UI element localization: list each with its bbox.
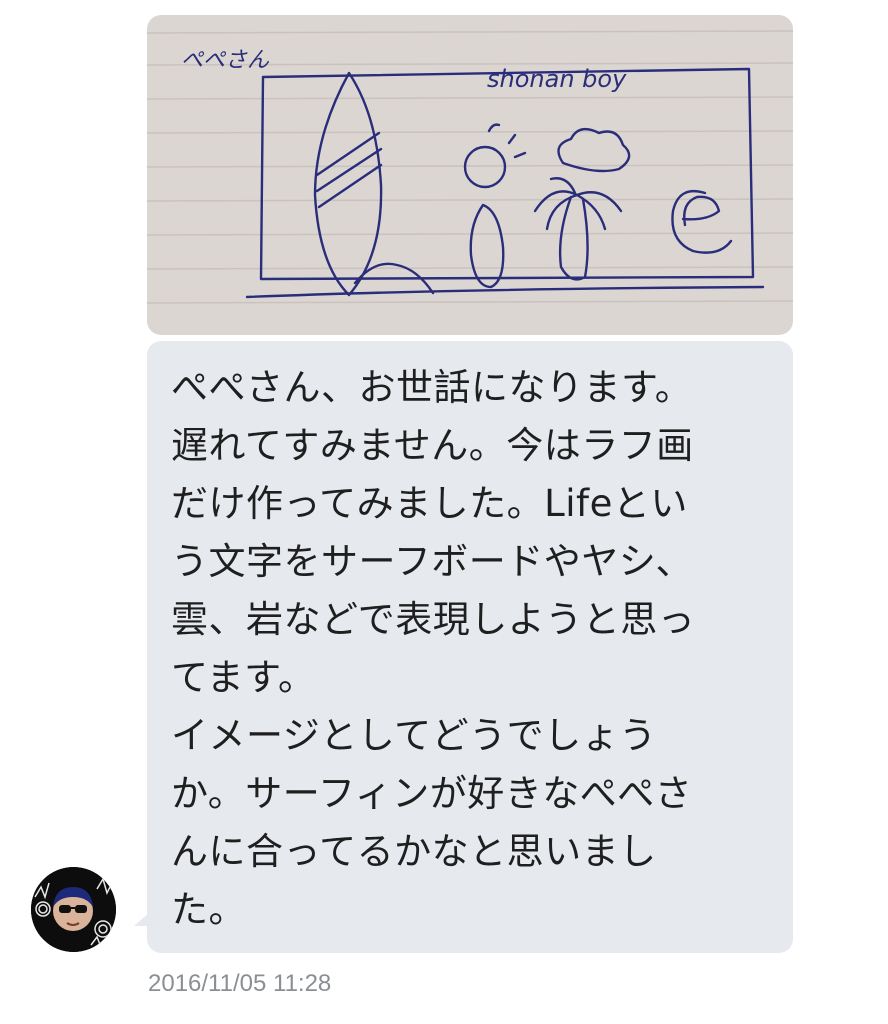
message-line: た。 [171,888,246,931]
text-message-bubble[interactable]: ぺぺさん、お世話になります。 遅れてすみません。今はラフ画 だけ作ってみました。… [147,341,793,953]
message-line: てます。 [171,656,316,699]
sketch-label-title: shonan boy [487,65,627,93]
user-avatar-icon [31,867,116,952]
sketch-label-name: ぺぺさん [181,48,270,73]
message-line: か。サーフィンが好きなぺぺさ [171,772,693,815]
message-line: ぺぺさん、お世話になります。 [171,366,693,409]
sketch-image: ぺぺさん shonan boy [147,30,793,304]
message-line: んに合ってるかなと思いまし [171,830,657,873]
photo-message[interactable]: ぺぺさん shonan boy [147,15,793,335]
message-line: う文字をサーフボードやヤシ、 [171,540,694,583]
message-timestamp: 2016/11/05 11:28 [148,970,332,997]
message-line: 雲、岩などで表現しようと思っ [171,598,696,641]
avatar[interactable] [31,867,116,952]
message-line: だけ作ってみました。Lifeとい [171,482,688,525]
message-line: イメージとしてどうでしょう [171,714,657,757]
message-line: 遅れてすみません。今はラフ画 [171,424,694,467]
